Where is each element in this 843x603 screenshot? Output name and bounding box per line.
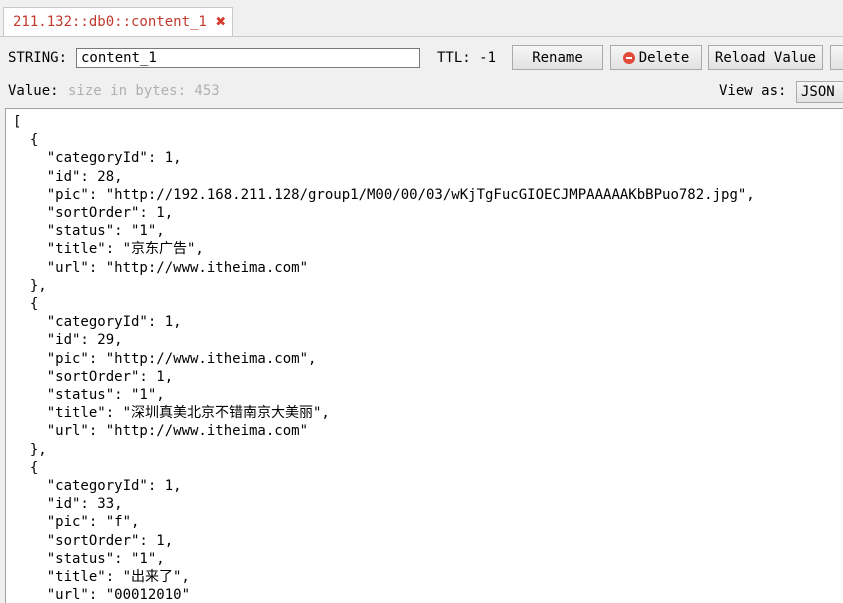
key-type-label: STRING: xyxy=(8,50,68,66)
ttl-display: TTL: -1 xyxy=(437,50,496,66)
rename-button-label: Rename xyxy=(532,49,583,66)
value-size-hint: size in bytes: 453 xyxy=(68,83,220,99)
value-editor[interactable]: [ { "categoryId": 1, "id": 28, "pic": "h… xyxy=(5,108,843,603)
reload-button-label: Reload Value xyxy=(714,49,817,66)
value-row: Value: size in bytes: 453 View as: JSON xyxy=(0,80,843,104)
view-as-label: View as: xyxy=(719,83,787,99)
value-editor-text[interactable]: [ { "categoryId": 1, "id": 28, "pic": "h… xyxy=(6,109,843,603)
key-value-viewer: 211.132::db0::content_1 ✖ STRING: conten… xyxy=(0,0,843,603)
key-name-input[interactable]: content_1 xyxy=(76,48,420,68)
view-as-select[interactable]: JSON xyxy=(796,81,843,103)
reload-value-button[interactable]: Reload Value xyxy=(708,45,823,70)
delete-icon xyxy=(622,51,635,64)
ttl-label: TTL: xyxy=(437,50,471,66)
ttl-value: -1 xyxy=(479,50,497,66)
delete-button[interactable]: Delete xyxy=(610,45,702,70)
rename-button[interactable]: Rename xyxy=(512,45,603,70)
tab-title: 211.132::db0::content_1 xyxy=(13,14,207,30)
key-toolbar: STRING: content_1 TTL: -1 Rename Delete … xyxy=(0,44,843,74)
value-label: Value: xyxy=(8,83,59,99)
tab-bar: 211.132::db0::content_1 ✖ xyxy=(0,0,843,37)
tab-content-1[interactable]: 211.132::db0::content_1 ✖ xyxy=(3,7,234,36)
close-icon[interactable]: ✖ xyxy=(216,13,226,31)
delete-button-label: Delete xyxy=(638,49,690,66)
overflow-button[interactable] xyxy=(830,45,843,70)
